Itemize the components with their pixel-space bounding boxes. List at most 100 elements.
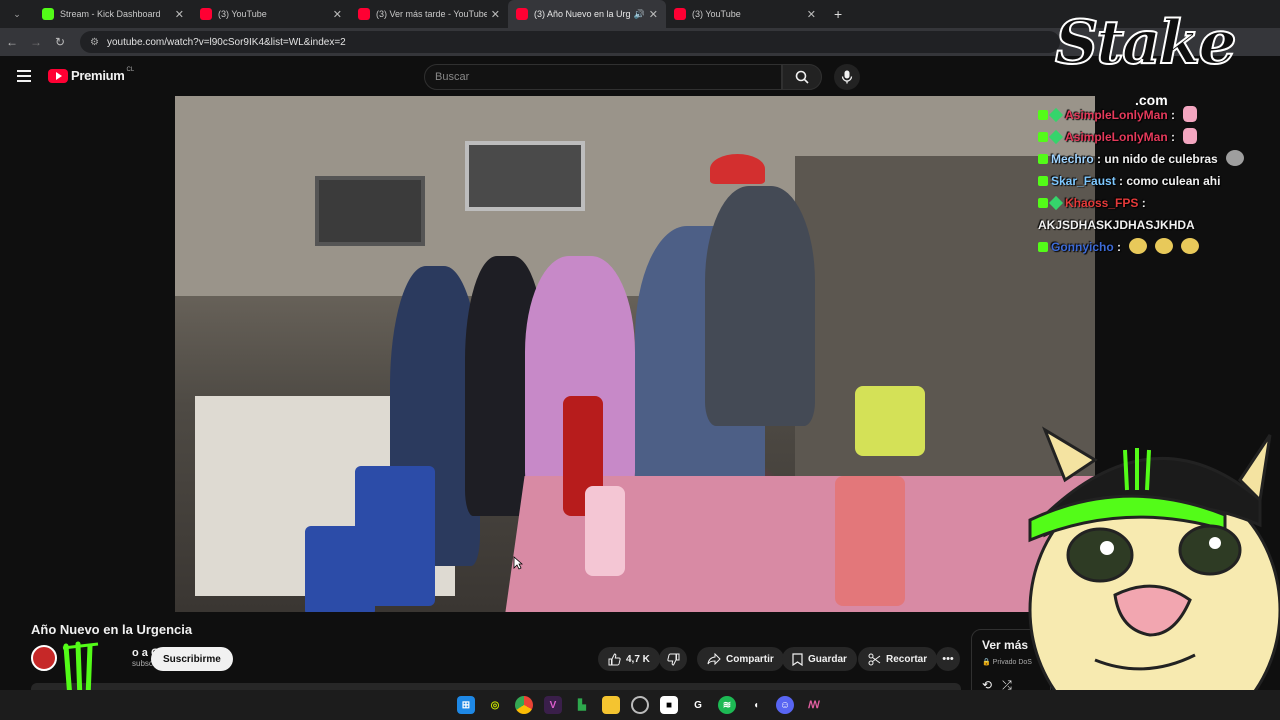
speaker-icon[interactable]: 🔊 bbox=[634, 9, 645, 20]
youtube-icon bbox=[358, 8, 370, 20]
youtube-icon bbox=[200, 8, 212, 20]
g-hub-icon[interactable]: G bbox=[689, 696, 707, 714]
channel-avatar[interactable] bbox=[31, 645, 57, 671]
close-icon[interactable]: ✕ bbox=[175, 8, 184, 21]
like-button[interactable]: 4,7 K bbox=[598, 647, 660, 671]
firefighter-hat bbox=[710, 154, 765, 184]
kick-badge-icon bbox=[1038, 154, 1048, 164]
chat-message: Mechro : un nido de culebras bbox=[1038, 148, 1268, 170]
thumbs-down-icon bbox=[666, 653, 679, 666]
chat-username: AsimpleLonlyMan bbox=[1065, 130, 1168, 144]
bookmark-icon bbox=[792, 652, 803, 666]
youtube-icon bbox=[674, 8, 686, 20]
kick-badge-icon bbox=[1038, 176, 1048, 186]
subscribe-button[interactable]: Suscribirme bbox=[151, 647, 233, 671]
stake-domain: .com bbox=[1135, 92, 1168, 108]
voice-search-button[interactable] bbox=[834, 64, 860, 90]
microphone-icon bbox=[841, 70, 853, 84]
chat-message-continued: AKJSDHASKJDHASJKHDA bbox=[1038, 214, 1268, 236]
tab-title: Stream - Kick Dashboard bbox=[60, 9, 161, 19]
bag bbox=[855, 386, 925, 456]
file-explorer-icon[interactable] bbox=[602, 696, 620, 714]
search-button[interactable] bbox=[782, 64, 822, 90]
new-tab-icon[interactable]: + bbox=[834, 6, 842, 22]
tab-search-icon[interactable]: ⌄ bbox=[0, 9, 34, 20]
tab-youtube-1[interactable]: (3) YouTube ✕ bbox=[192, 0, 350, 28]
share-icon bbox=[707, 653, 721, 665]
more-actions-icon[interactable]: ••• bbox=[936, 647, 960, 671]
windows-start-icon[interactable]: ⊞ bbox=[457, 696, 475, 714]
share-button[interactable]: Compartir bbox=[697, 647, 784, 671]
kick-badge-icon bbox=[1038, 198, 1048, 208]
norton-icon[interactable]: ◎ bbox=[486, 696, 504, 714]
discord-icon[interactable]: ☺ bbox=[776, 696, 794, 714]
kick-badge-icon bbox=[1038, 242, 1048, 252]
chat-text: : como culean ahi bbox=[1119, 174, 1221, 188]
close-icon[interactable]: ✕ bbox=[491, 8, 500, 21]
youtube-premium-logo[interactable]: Premium CL bbox=[48, 66, 135, 83]
clip-button[interactable]: Recortar bbox=[858, 647, 938, 671]
app-dark-icon[interactable]: ◖ bbox=[747, 696, 765, 714]
region-code: CL bbox=[126, 66, 135, 73]
url-text: youtube.com/watch?v=l90cSor9IK4&list=WL&… bbox=[106, 36, 346, 48]
reload-icon[interactable]: ↻ bbox=[48, 35, 72, 49]
search-placeholder: Buscar bbox=[435, 71, 470, 83]
forward-icon[interactable]: → bbox=[24, 35, 48, 49]
app-icon[interactable]: V bbox=[544, 696, 562, 714]
app-icon[interactable]: ꟿ bbox=[805, 696, 823, 714]
cup bbox=[585, 486, 625, 576]
chat-username: Khaoss_FPS bbox=[1065, 196, 1139, 210]
sub-badge-icon bbox=[1048, 195, 1064, 211]
search-input[interactable]: Buscar bbox=[424, 64, 782, 90]
file-sync-icon[interactable]: ▙ bbox=[573, 696, 591, 714]
chair bbox=[305, 526, 375, 612]
chat-text: AKJSDHASKJDHASJKHDA bbox=[1038, 218, 1195, 232]
chat-username: Skar_Faust bbox=[1051, 174, 1116, 188]
chat-username: Gonnyicho bbox=[1051, 240, 1114, 254]
tab-watch-later[interactable]: (3) Ver más tarde - YouTube ✕ bbox=[350, 0, 508, 28]
share-label: Compartir bbox=[726, 653, 774, 665]
microwave bbox=[465, 141, 585, 211]
tab-title: (3) YouTube bbox=[218, 9, 267, 19]
save-label: Guardar bbox=[808, 653, 847, 665]
youtube-icon bbox=[516, 8, 528, 20]
capcut-icon[interactable]: ■ bbox=[660, 696, 678, 714]
close-icon[interactable]: ✕ bbox=[807, 8, 816, 21]
chrome-icon[interactable] bbox=[515, 696, 533, 714]
chat-message: Gonnyicho : bbox=[1038, 236, 1268, 258]
obs-icon[interactable] bbox=[631, 696, 649, 714]
back-icon[interactable]: ← bbox=[0, 35, 24, 49]
hamburger-menu-icon[interactable] bbox=[17, 70, 31, 82]
chat-username: Mechro bbox=[1051, 152, 1094, 166]
tab-youtube-2[interactable]: (3) YouTube ✕ bbox=[666, 0, 824, 28]
logo-text: Premium bbox=[71, 68, 125, 83]
stream-chat-overlay: AsimpleLonlyMan : AsimpleLonlyMan : Mech… bbox=[1038, 104, 1268, 258]
video-player[interactable] bbox=[175, 96, 1095, 612]
clip-label: Recortar bbox=[886, 653, 928, 665]
video-title: Año Nuevo en la Urgencia bbox=[31, 622, 193, 637]
dislike-button[interactable] bbox=[659, 647, 687, 671]
tab-current-video[interactable]: (3) Año Nuevo en la Urgenc 🔊 ✕ bbox=[508, 0, 666, 28]
tab-kick-dashboard[interactable]: Stream - Kick Dashboard ✕ bbox=[34, 0, 192, 28]
site-info-icon[interactable]: ⚙ bbox=[90, 37, 99, 48]
tab-title: (3) Año Nuevo en la Urgenc bbox=[534, 9, 630, 19]
bottle bbox=[835, 476, 905, 606]
close-icon[interactable]: ✕ bbox=[333, 8, 342, 21]
close-icon[interactable]: ✕ bbox=[649, 8, 658, 21]
url-field[interactable]: ⚙ youtube.com/watch?v=l90cSor9IK4&list=W… bbox=[80, 31, 1060, 53]
thumbs-up-icon bbox=[608, 652, 621, 665]
subscribe-label: Suscribirme bbox=[163, 653, 221, 665]
tab-title: (3) Ver más tarde - YouTube bbox=[376, 9, 487, 19]
spotify-icon[interactable]: ≋ bbox=[718, 696, 736, 714]
scissors-icon bbox=[868, 653, 881, 665]
emote-icon bbox=[1129, 238, 1148, 254]
cat-mascot-overlay bbox=[1028, 426, 1280, 720]
chat-text: : bbox=[1171, 130, 1176, 144]
playlist-privacy: Privado bbox=[992, 659, 1017, 666]
windows-taskbar: ⊞ ◎ V ▙ ■ G ≋ ◖ ☺ ꟿ bbox=[0, 690, 1280, 720]
channel-info bbox=[31, 645, 57, 671]
like-count: 4,7 K bbox=[626, 653, 650, 665]
kick-badge-icon bbox=[1038, 110, 1048, 120]
tab-title: (3) YouTube bbox=[692, 9, 741, 19]
save-button[interactable]: Guardar bbox=[782, 647, 857, 671]
